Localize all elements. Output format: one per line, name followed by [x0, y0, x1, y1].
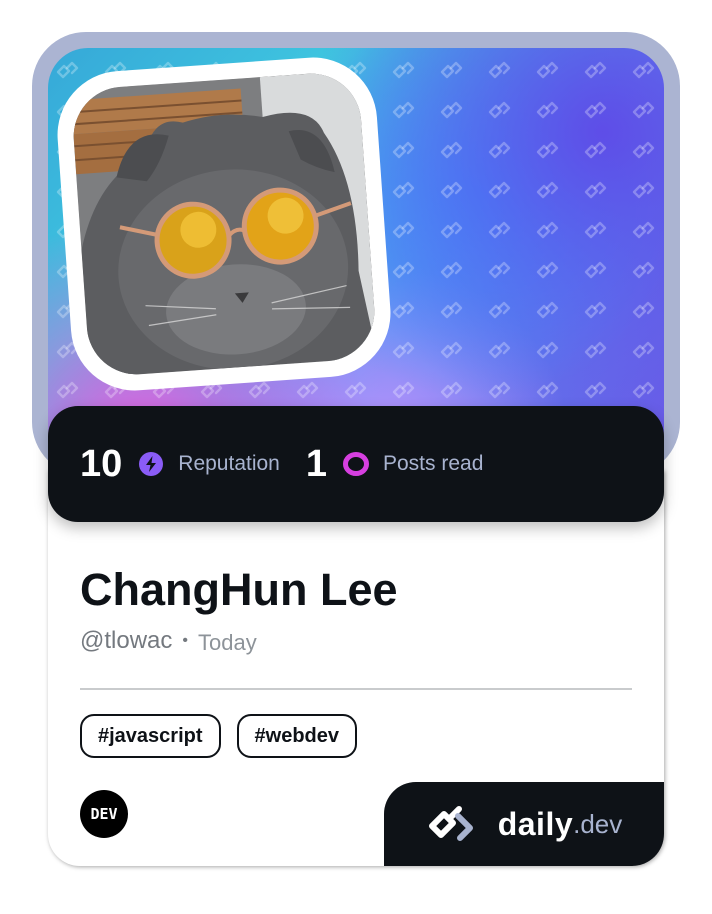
posts-read-label: Posts read	[383, 452, 484, 475]
brand-tld: .dev	[573, 808, 623, 839]
reputation-stat: 10 Reputation	[80, 443, 280, 486]
tag-chip-webdev[interactable]: #webdev	[236, 714, 357, 758]
profile-name: ChangHun Lee	[80, 564, 398, 615]
lightning-icon	[139, 452, 164, 476]
tag-chip-javascript[interactable]: #javascript	[80, 714, 221, 758]
reputation-label: Reputation	[178, 452, 280, 475]
reputation-value: 10	[80, 442, 123, 485]
date-label: Today	[198, 630, 257, 655]
ring-icon	[343, 452, 369, 476]
divider	[80, 688, 632, 690]
brand-plate: daily .dev	[384, 782, 664, 866]
username: @tlowac	[80, 627, 173, 654]
posts-read-value: 1	[305, 442, 327, 485]
profile-card-body: ChangHun Lee @tlowac • Today #javascript…	[48, 470, 664, 866]
daily-dev-logo-icon	[428, 806, 473, 841]
separator-dot: •	[182, 632, 188, 649]
dev-source-logo[interactable]: DEV	[80, 790, 128, 838]
tag-list: #javascript #webdev	[80, 714, 373, 758]
brand-wordmark: daily	[497, 805, 574, 842]
posts-read-stat: 1 Posts read	[306, 443, 484, 486]
stats-bar: 10 Reputation 1 Posts read	[48, 406, 664, 522]
avatar	[53, 53, 395, 395]
cat-avatar-image	[70, 70, 378, 378]
handle-row: @tlowac • Today	[80, 626, 257, 656]
